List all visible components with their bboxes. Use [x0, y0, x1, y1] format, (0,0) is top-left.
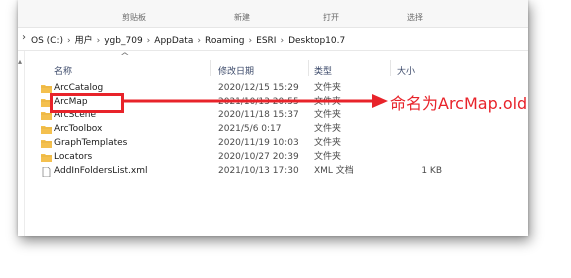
annotation-arrow — [124, 94, 388, 108]
rename-annotation: 命名为ArcMap.old — [390, 94, 528, 113]
